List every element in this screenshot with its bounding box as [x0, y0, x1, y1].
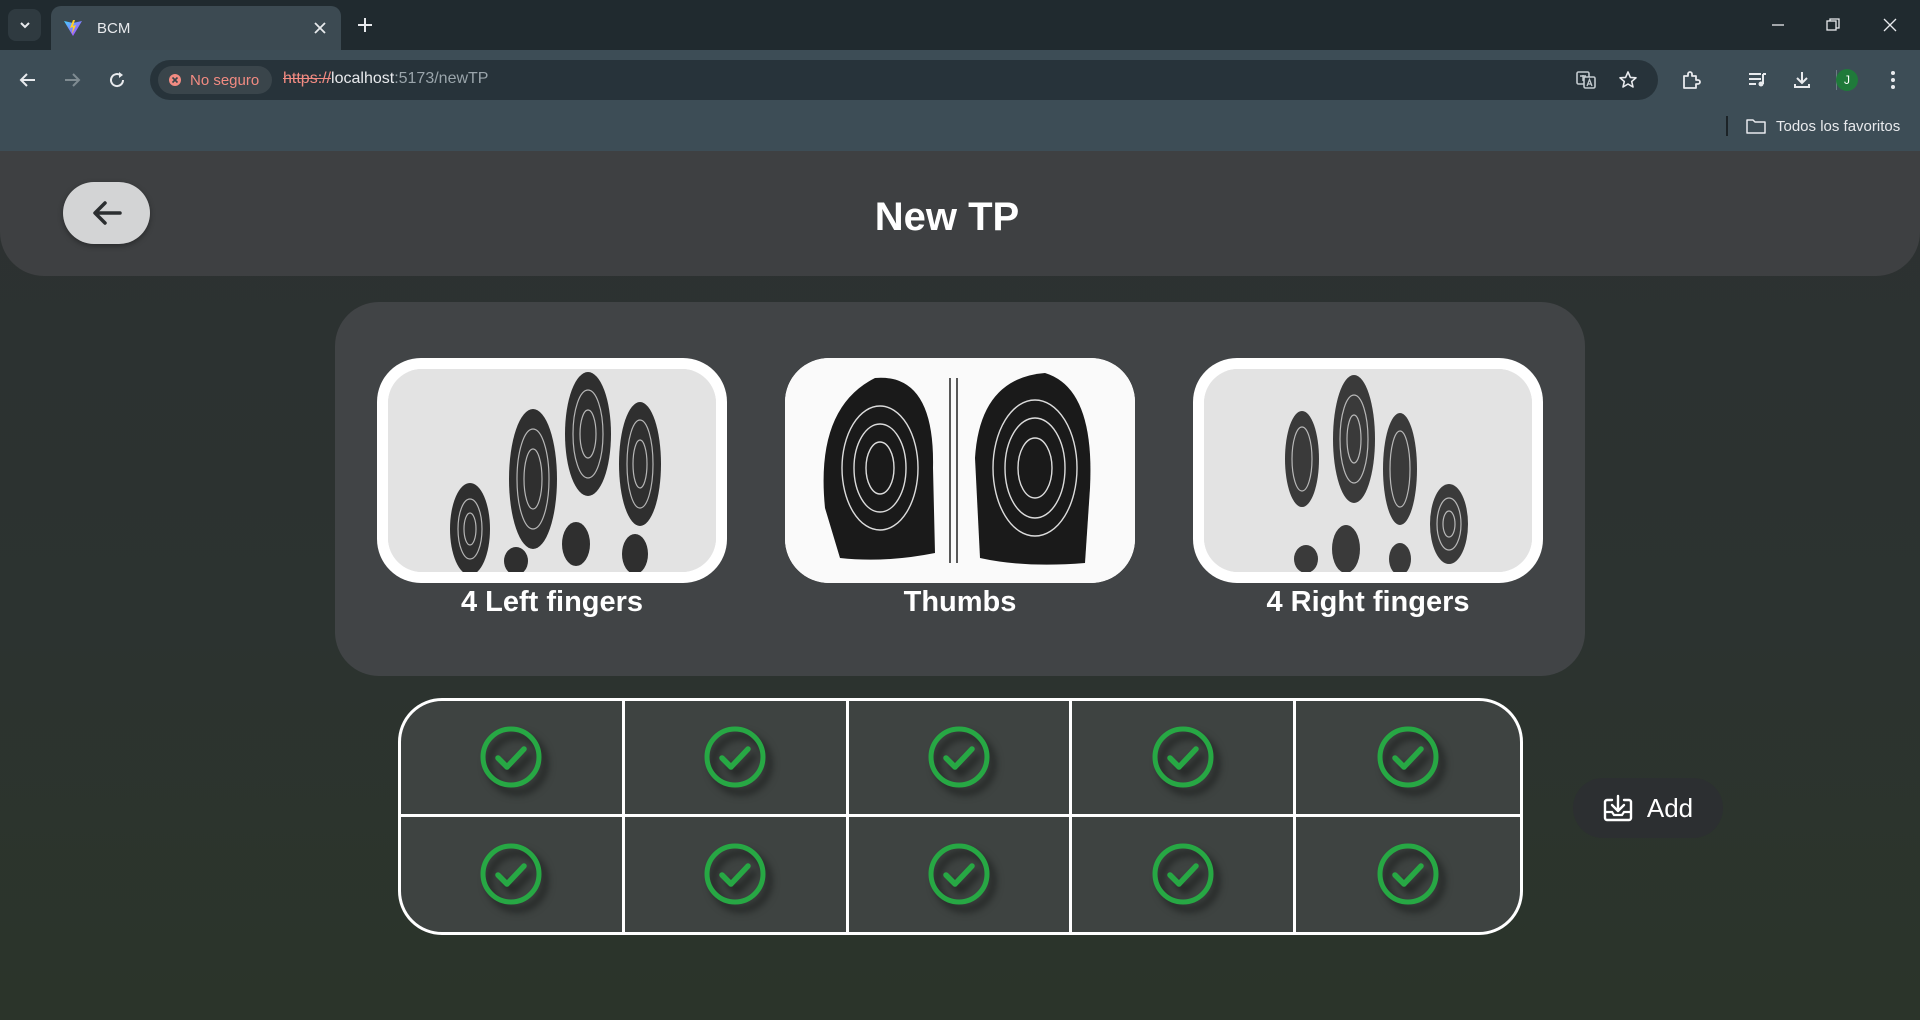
restore-icon: [1826, 18, 1840, 31]
arrow-left-icon: [19, 73, 35, 87]
finger-cell[interactable]: [1296, 817, 1520, 933]
vite-logo-icon: [64, 20, 82, 36]
check-circle-icon: [1377, 726, 1439, 788]
check-circle-icon: [1152, 726, 1214, 788]
check-circle-icon: [1152, 843, 1214, 905]
check-circle-icon: [928, 843, 990, 905]
bookmarks-label: Todos los favoritos: [1776, 117, 1901, 135]
finger-cell[interactable]: [401, 816, 625, 932]
bookmark-star-icon[interactable]: [1616, 68, 1640, 92]
right-fingers-card[interactable]: [1193, 358, 1543, 583]
download-icon[interactable]: [1786, 64, 1818, 96]
url-host: localhost: [331, 70, 395, 87]
security-chip[interactable]: No seguro: [158, 66, 272, 94]
close-icon: [1883, 18, 1897, 32]
download-tray-icon: [1603, 794, 1633, 822]
url-path: :5173/newTP: [394, 70, 489, 87]
close-tab-icon[interactable]: [311, 19, 329, 37]
finger-cell[interactable]: [401, 701, 625, 817]
extensions-icon[interactable]: [1675, 64, 1707, 96]
check-circle-icon: [704, 726, 766, 788]
security-label: No seguro: [190, 71, 260, 89]
translate-icon[interactable]: [1574, 68, 1598, 92]
left-fingers-image: [388, 369, 716, 572]
check-circle-icon: [704, 843, 766, 905]
tab-title: BCM: [97, 19, 131, 37]
finger-cell[interactable]: [849, 816, 1073, 932]
forward-nav-button[interactable]: [56, 64, 88, 96]
reload-button[interactable]: [101, 64, 133, 96]
folder-icon: [1746, 119, 1766, 134]
add-button[interactable]: Add: [1573, 778, 1723, 838]
finger-status-grid: [398, 698, 1523, 935]
finger-cell[interactable]: [848, 701, 1073, 817]
browser-tab[interactable]: BCM: [51, 6, 341, 50]
profile-button[interactable]: J: [1831, 64, 1863, 96]
thumbs-image: [785, 358, 1135, 583]
restore-button[interactable]: [1816, 10, 1850, 40]
finger-cell[interactable]: [1296, 701, 1520, 817]
reload-icon: [110, 72, 125, 88]
url-scheme: https://: [283, 70, 332, 87]
check-circle-icon: [928, 726, 990, 788]
browser-tab-bar: BCM: [0, 0, 1920, 50]
left-fingers-card[interactable]: [377, 358, 727, 583]
check-circle-icon: [1377, 843, 1439, 905]
finger-cell[interactable]: [1072, 816, 1297, 932]
back-nav-button[interactable]: [12, 64, 44, 96]
chevron-down-icon: [19, 22, 30, 29]
minimize-button[interactable]: [1761, 10, 1795, 40]
right-fingers-image: [1204, 369, 1532, 572]
bookmarks-divider: [1726, 116, 1728, 136]
url-text[interactable]: https://localhost:5173/newTP: [283, 70, 488, 88]
all-bookmarks-button[interactable]: Todos los favoritos: [1746, 112, 1900, 140]
page-title: New TP: [874, 195, 1020, 239]
more-menu-icon[interactable]: [1877, 64, 1909, 96]
plus-icon: [358, 18, 372, 32]
new-tab-button[interactable]: [352, 12, 378, 38]
avatar: J: [1836, 69, 1858, 91]
minimize-icon: [1772, 24, 1784, 26]
address-bar[interactable]: No seguro https://localhost:5173/newTP: [150, 60, 1658, 100]
arrow-right-icon: [65, 73, 81, 87]
thumbs-card[interactable]: [785, 358, 1135, 583]
finger-cell[interactable]: [1072, 701, 1297, 817]
thumbs-label: Thumbs: [903, 586, 1017, 618]
check-circle-icon: [480, 843, 542, 905]
right-fingers-label: 4 Right fingers: [1266, 586, 1470, 618]
error-circle-icon: [169, 74, 181, 86]
tab-search-button[interactable]: [8, 9, 41, 41]
check-circle-icon: [480, 726, 542, 788]
add-label: Add: [1646, 792, 1694, 823]
close-window-button[interactable]: [1873, 10, 1907, 40]
finger-cell[interactable]: [624, 701, 849, 817]
left-fingers-label: 4 Left fingers: [460, 586, 644, 618]
media-queue-icon[interactable]: [1741, 64, 1773, 96]
finger-cell[interactable]: [625, 816, 849, 932]
